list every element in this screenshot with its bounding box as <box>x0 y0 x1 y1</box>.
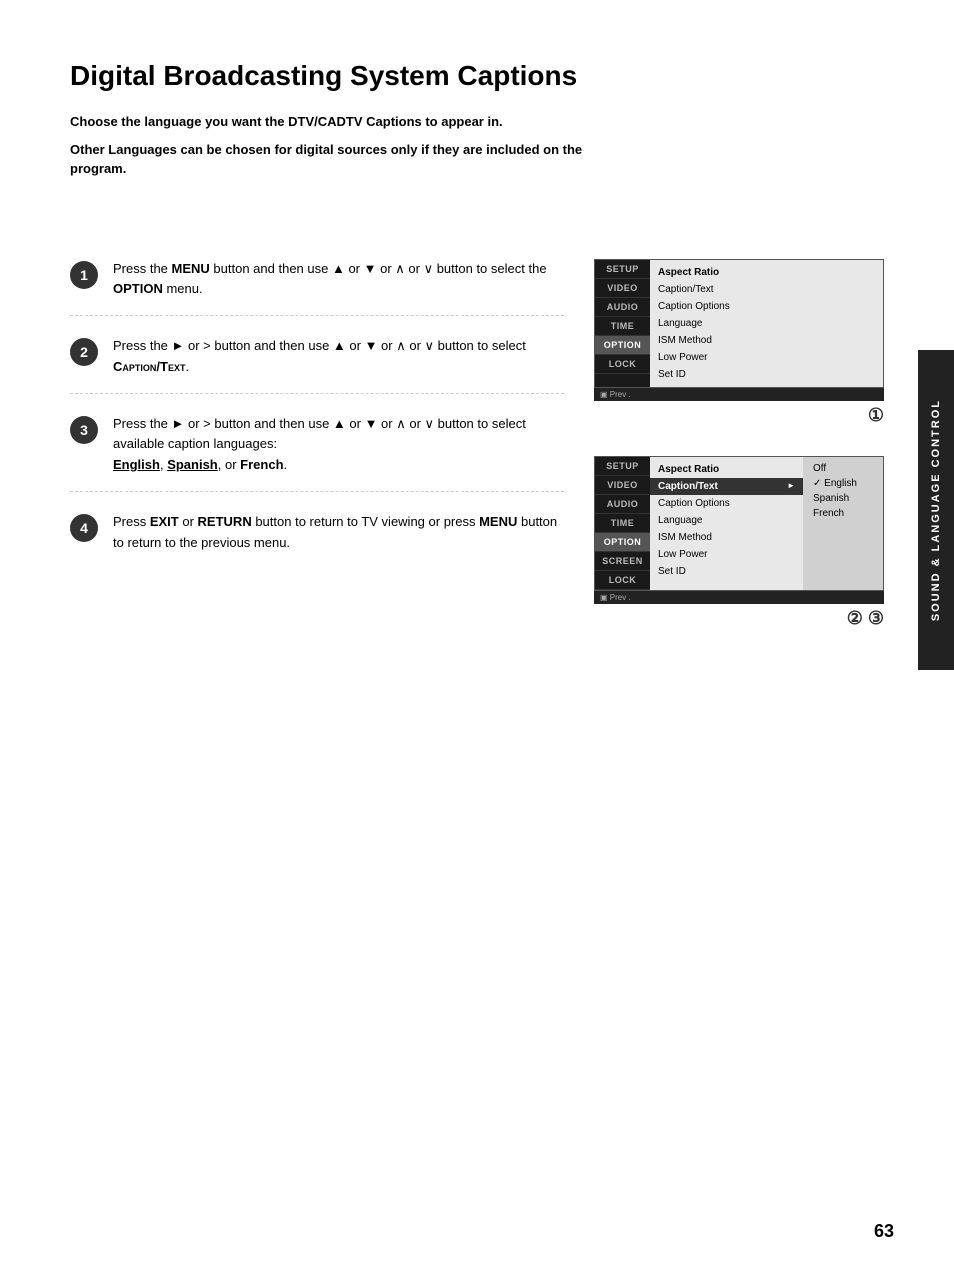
menu-item-video-1: VIDEO <box>595 279 650 298</box>
intro-text-1: Choose the language you want the DTV/CAD… <box>70 112 590 132</box>
menu-box-1: SETUP VIDEO AUDIO TIME OPTION LOCK Aspec… <box>594 259 884 388</box>
menu-item-screen-2: SCREEN <box>595 552 650 571</box>
menu-main-language-1: Language <box>650 315 883 332</box>
step-text-3: Press the ► or > button and then use ▲ o… <box>113 414 564 476</box>
screenshots-area: SETUP VIDEO AUDIO TIME OPTION LOCK Aspec… <box>594 259 884 659</box>
menu-item-lock-2: LOCK <box>595 571 650 590</box>
step-badge-1: ① <box>594 405 884 426</box>
screenshot-2: SETUP VIDEO AUDIO TIME OPTION SCREEN LOC… <box>594 456 884 629</box>
step-badge-2: ② ③ <box>594 608 884 629</box>
intro-text-2: Other Languages can be chosen for digita… <box>70 140 590 179</box>
menu-sub-col-2: Off English Spanish French <box>803 457 883 590</box>
step-number-4: 4 <box>70 514 98 542</box>
menu-item-video-2: VIDEO <box>595 476 650 495</box>
step-2: 2 Press the ► or > button and then use ▲… <box>70 336 564 394</box>
menu-bottom-1: ▣ Prev . <box>594 388 884 401</box>
menu-sub-spanish: Spanish <box>809 491 877 506</box>
menu-item-lock-1: LOCK <box>595 355 650 374</box>
step-text-1: Press the MENU button and then use ▲ or … <box>113 259 564 301</box>
menu-sub-english: English <box>809 476 877 491</box>
menu-prev-label-2: ▣ Prev . <box>600 593 631 602</box>
menu-prev-label-1: ▣ Prev . <box>600 390 631 399</box>
menu-item-time-1: TIME <box>595 317 650 336</box>
step-1: 1 Press the MENU button and then use ▲ o… <box>70 259 564 317</box>
menu-main-caption-options-2: Caption Options <box>650 495 803 512</box>
menu-sidebar-col-1: SETUP VIDEO AUDIO TIME OPTION LOCK <box>595 260 650 387</box>
step-3: 3 Press the ► or > button and then use ▲… <box>70 414 564 492</box>
screenshot-1: SETUP VIDEO AUDIO TIME OPTION LOCK Aspec… <box>594 259 884 426</box>
menu-main-set-id-2: Set ID <box>650 563 803 580</box>
menu-item-option-1: OPTION <box>595 336 650 355</box>
steps-container: 1 Press the MENU button and then use ▲ o… <box>70 259 884 659</box>
menu-main-set-id-1: Set ID <box>650 366 883 383</box>
menu-item-time-2: TIME <box>595 514 650 533</box>
menu-sidebar-col-2: SETUP VIDEO AUDIO TIME OPTION SCREEN LOC… <box>595 457 650 590</box>
menu-item-option-2: OPTION <box>595 533 650 552</box>
step-number-2: 2 <box>70 338 98 366</box>
menu-sub-off: Off <box>809 461 877 476</box>
menu-bottom-2: ▣ Prev . <box>594 591 884 604</box>
step-4: 4 Press EXIT or RETURN button to return … <box>70 512 564 569</box>
menu-item-setup-2: SETUP <box>595 457 650 476</box>
menu-main-col-1: Aspect Ratio Caption/Text Caption Option… <box>650 260 883 387</box>
step-number-1: 1 <box>70 261 98 289</box>
menu-item-setup-1: SETUP <box>595 260 650 279</box>
menu-main-aspect-ratio-1: Aspect Ratio <box>650 264 883 281</box>
menu-item-audio-1: AUDIO <box>595 298 650 317</box>
menu-main-col-2: Aspect Ratio Caption/Text ► Caption Opti… <box>650 457 803 590</box>
step-text-2: Press the ► or > button and then use ▲ o… <box>113 336 564 378</box>
menu-main-ism-1: ISM Method <box>650 332 883 349</box>
menu-main-aspect-ratio-2: Aspect Ratio <box>650 461 803 478</box>
step-number-3: 3 <box>70 416 98 444</box>
menu-main-caption-text-2: Caption/Text ► <box>650 478 803 495</box>
menu-main-low-power-1: Low Power <box>650 349 883 366</box>
menu-item-audio-2: AUDIO <box>595 495 650 514</box>
steps-list: 1 Press the MENU button and then use ▲ o… <box>70 259 564 659</box>
page-content: Digital Broadcasting System Captions Cho… <box>0 0 954 699</box>
page-number: 63 <box>874 1221 894 1242</box>
menu-sub-french: French <box>809 506 877 521</box>
menu-main-low-power-2: Low Power <box>650 546 803 563</box>
menu-main-ism-2: ISM Method <box>650 529 803 546</box>
menu-box-2: SETUP VIDEO AUDIO TIME OPTION SCREEN LOC… <box>594 456 884 591</box>
step-text-4: Press EXIT or RETURN button to return to… <box>113 512 564 554</box>
menu-main-caption-options-1: Caption Options <box>650 298 883 315</box>
menu-main-caption-text-1: Caption/Text <box>650 281 883 298</box>
page-title: Digital Broadcasting System Captions <box>70 60 884 92</box>
menu-main-language-2: Language <box>650 512 803 529</box>
